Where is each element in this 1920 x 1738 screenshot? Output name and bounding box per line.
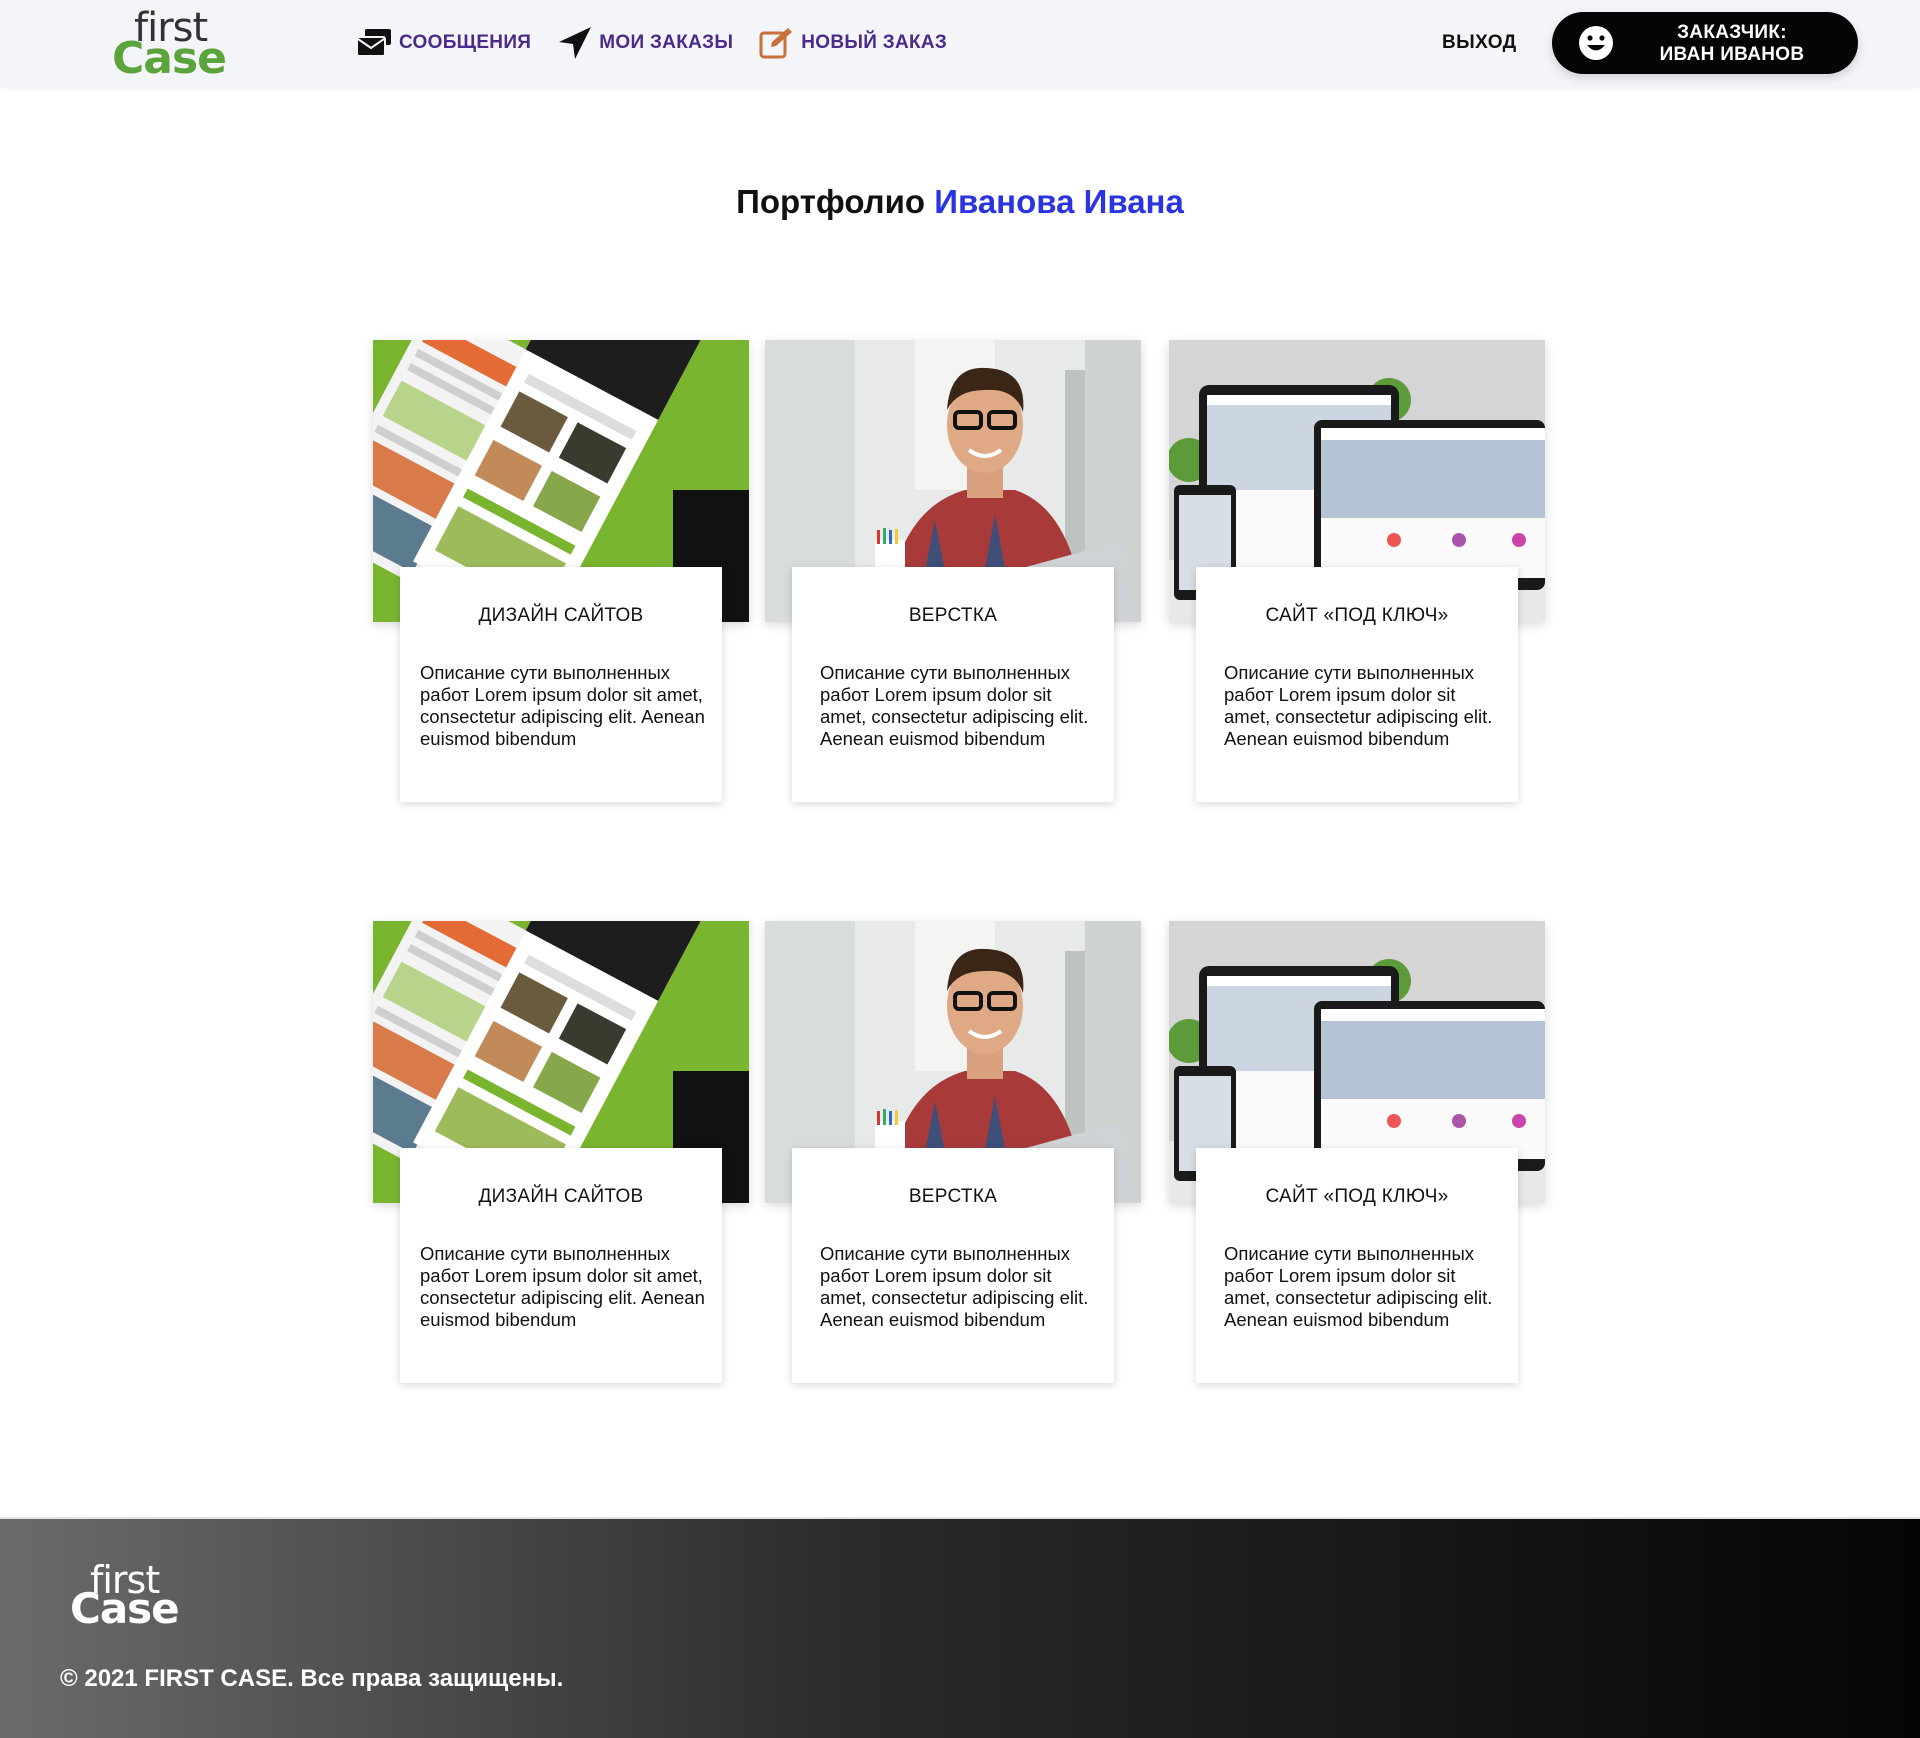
nav-my-orders-label: МОИ ЗАКАЗЫ	[599, 32, 734, 53]
card-description: Описание сути выполненных работ Lorem ip…	[1224, 662, 1493, 749]
card-description: Описание сути выполненных работ Lorem ip…	[420, 1243, 705, 1330]
portfolio-card[interactable]: САЙТ «ПОД КЛЮЧ» Описание сути выполненны…	[1169, 340, 1545, 802]
card-body: ДИЗАЙН САЙТОВ Описание сути выполненных …	[400, 1148, 722, 1383]
nav-new-order[interactable]: НОВЫЙ ЗАКАЗ	[759, 27, 947, 59]
card-title: ДИЗАЙН САЙТОВ	[478, 605, 644, 626]
site-logo[interactable]: first Case	[112, 6, 232, 82]
card-description: Описание сути выполненных работ Lorem ip…	[420, 662, 705, 749]
nav-messages[interactable]: СООБЩЕНИЯ	[355, 28, 531, 58]
footer-logo[interactable]: first Case	[68, 1559, 188, 1631]
portfolio-card[interactable]: ВЕРСТКА Описание сути выполненных работ …	[765, 921, 1141, 1383]
portfolio-card[interactable]: САЙТ «ПОД КЛЮЧ» Описание сути выполненны…	[1169, 921, 1545, 1383]
paper-plane-icon	[559, 27, 592, 59]
logo-case: Case	[112, 33, 227, 84]
copyright-text: © 2021 FIRST CASE. Все права защищены.	[60, 1665, 564, 1692]
portfolio-card[interactable]: ВЕРСТКА Описание сути выполненных работ …	[765, 340, 1141, 802]
top-navbar: first Case СООБЩЕНИЯ МОИ ЗАКАЗЫ НОВЫЙ ЗА…	[0, 0, 1920, 86]
card-description: Описание сути выполненных работ Lorem ip…	[820, 662, 1089, 749]
card-description: Описание сути выполненных работ Lorem ip…	[820, 1243, 1089, 1330]
main-nav: СООБЩЕНИЯ МОИ ЗАКАЗЫ НОВЫЙ ЗАКАЗ	[355, 26, 973, 60]
card-title: САЙТ «ПОД КЛЮЧ»	[1265, 605, 1449, 626]
page-title-prefix: Портфолио	[736, 183, 926, 220]
card-body: ВЕРСТКА Описание сути выполненных работ …	[792, 1148, 1114, 1383]
user-profile-text: ЗАКАЗЧИК: ИВАН ИВАНОВ	[1622, 22, 1842, 66]
card-title: ВЕРСТКА	[908, 605, 998, 626]
page-title: Портфолио Иванова Ивана	[0, 183, 1920, 221]
page-title-name: Иванова Ивана	[934, 183, 1184, 220]
card-title: САЙТ «ПОД КЛЮЧ»	[1265, 1186, 1449, 1207]
user-profile-button[interactable]: ЗАКАЗЧИК: ИВАН ИВАНОВ	[1552, 12, 1858, 74]
card-title: ВЕРСТКА	[908, 1186, 998, 1207]
nav-my-orders[interactable]: МОИ ЗАКАЗЫ	[557, 26, 733, 60]
card-body: САЙТ «ПОД КЛЮЧ» Описание сути выполненны…	[1196, 567, 1518, 802]
logout-link[interactable]: ВЫХОД	[1442, 32, 1517, 54]
card-title: ДИЗАЙН САЙТОВ	[478, 1186, 644, 1207]
nav-messages-label: СООБЩЕНИЯ	[399, 32, 532, 53]
card-body: САЙТ «ПОД КЛЮЧ» Описание сути выполненны…	[1196, 1148, 1518, 1383]
user-name: ИВАН ИВАНОВ	[1659, 44, 1805, 65]
site-footer: first Case © 2021 FIRST CASE. Все права …	[0, 1517, 1920, 1738]
card-description: Описание сути выполненных работ Lorem ip…	[1224, 1243, 1493, 1330]
user-role: ЗАКАЗЧИК:	[1677, 22, 1787, 43]
portfolio-card[interactable]: ДИЗАЙН САЙТОВ Описание сути выполненных …	[373, 921, 749, 1383]
card-body: ВЕРСТКА Описание сути выполненных работ …	[792, 567, 1114, 802]
card-body: ДИЗАЙН САЙТОВ Описание сути выполненных …	[400, 567, 722, 802]
footer-logo-case: Case	[70, 1584, 180, 1633]
messages-icon	[356, 29, 391, 57]
nav-new-order-label: НОВЫЙ ЗАКАЗ	[801, 32, 948, 53]
edit-icon	[759, 28, 793, 59]
smiley-icon	[1579, 26, 1613, 60]
portfolio-card[interactable]: ДИЗАЙН САЙТОВ Описание сути выполненных …	[373, 340, 749, 802]
